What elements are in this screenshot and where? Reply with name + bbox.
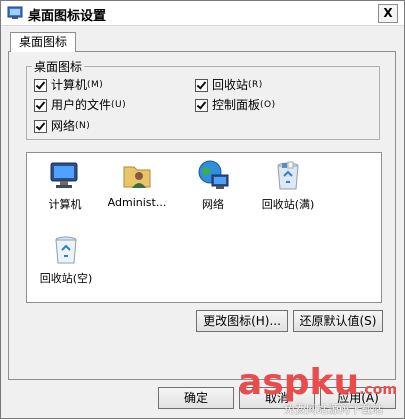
ok-button[interactable]: 确定	[158, 387, 234, 409]
list-item[interactable]: 回收站(满)	[253, 159, 323, 212]
checkbox-user-files[interactable]: 用户的文件(U)	[34, 98, 126, 113]
checkbox-checked-icon[interactable]	[195, 99, 208, 112]
restore-default-button[interactable]: 还原默认值(S)	[293, 310, 383, 332]
group-label: 桌面图标	[32, 58, 85, 75]
icon-label: 计算机	[48, 198, 82, 211]
list-item[interactable]: Administ...	[99, 159, 175, 209]
recycle-bin-full-icon	[277, 161, 299, 190]
icon-label: 网络	[202, 198, 224, 211]
checkbox-checked-icon[interactable]	[34, 99, 47, 112]
computer-icon	[50, 162, 78, 188]
icon-list[interactable]: 计算机 Administ... 网络 回收站(满) 回收站(空)	[26, 152, 382, 303]
checkbox-computer[interactable]: 计算机(M)	[34, 78, 103, 93]
desktop-settings-icon	[7, 6, 23, 19]
icon-label: 回收站(空)	[39, 272, 93, 285]
desktop-icon-settings-dialog: 桌面图标设置 X 桌面图标 桌面图标 计算机(M) 回收站(R) 用户的文件(U…	[0, 0, 405, 419]
checkbox-network[interactable]: 网络(N)	[34, 119, 90, 134]
checkbox-checked-icon[interactable]	[34, 79, 47, 92]
checkbox-control-panel[interactable]: 控制面板(O)	[195, 98, 276, 113]
tab-desktop-icons[interactable]: 桌面图标	[10, 32, 76, 52]
checkbox-checked-icon[interactable]	[195, 79, 208, 92]
list-item[interactable]: 回收站(空)	[31, 233, 101, 286]
icon-label: Administ...	[107, 196, 167, 209]
title-bar[interactable]: 桌面图标设置 X	[1, 1, 404, 26]
checkbox-checked-icon[interactable]	[34, 120, 47, 133]
list-item[interactable]: 计算机	[35, 159, 95, 212]
user-folder-icon	[123, 166, 151, 188]
icon-label: 回收站(满)	[261, 198, 315, 211]
checkbox-recycle-bin[interactable]: 回收站(R)	[195, 78, 263, 93]
list-item[interactable]: 网络	[183, 159, 243, 212]
close-button[interactable]: X	[378, 4, 398, 23]
recycle-bin-empty-icon	[55, 236, 77, 264]
network-icon	[198, 160, 229, 189]
watermark-subtitle: 免费网站源码下载站	[284, 403, 383, 416]
window-title: 桌面图标设置	[28, 9, 107, 24]
change-icon-button[interactable]: 更改图标(H)...	[196, 310, 288, 332]
